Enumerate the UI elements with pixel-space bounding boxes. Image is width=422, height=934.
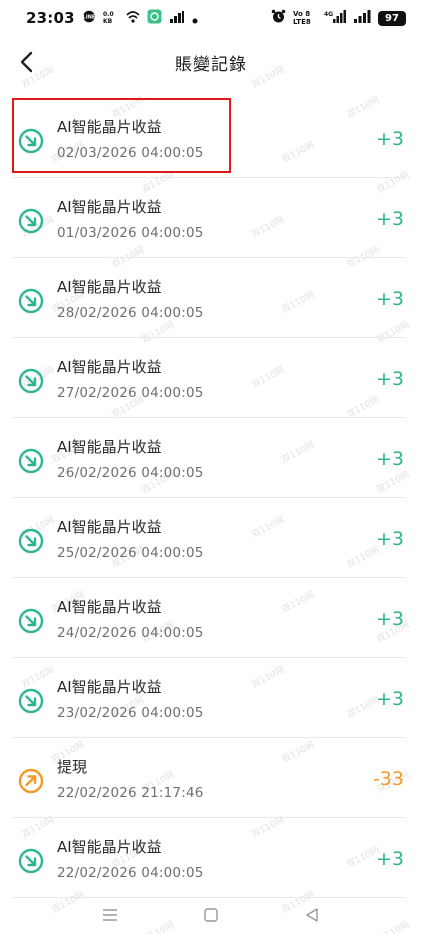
header: 賬變記錄 (0, 40, 422, 84)
app-notification-icon (147, 9, 162, 28)
record-row[interactable]: AI智能晶片收益 28/02/2026 04:00:05 +3 (12, 258, 406, 338)
square-icon (204, 908, 218, 922)
record-title: 提現 (57, 758, 88, 776)
record-time: 28/02/2026 04:00:05 (57, 305, 204, 321)
record-row[interactable]: AI智能晶片收益 27/02/2026 04:00:05 +3 (12, 338, 406, 418)
arrow-in-circle-icon (18, 448, 44, 474)
record-amount: +3 (375, 688, 404, 710)
chat-icon: LINE (82, 9, 96, 28)
record-title: AI智能晶片收益 (57, 358, 162, 376)
record-title: AI智能晶片收益 (57, 198, 162, 216)
record-title: AI智能晶片收益 (57, 118, 162, 136)
screen: 双110网 双110网 双110网 双110网 双110网 双110网 双110网 双110网… (0, 0, 422, 934)
signal-icon (353, 9, 371, 28)
record-time: 27/02/2026 04:00:05 (57, 385, 204, 401)
record-time: 26/02/2026 04:00:05 (57, 465, 204, 481)
recents-button[interactable] (95, 900, 125, 930)
record-title: AI智能晶片收益 (57, 438, 162, 456)
data-usage-icon: 0.0 KB (103, 9, 119, 28)
back-nav-button[interactable] (297, 900, 327, 930)
arrow-in-circle-icon (18, 368, 44, 394)
record-time: 24/02/2026 04:00:05 (57, 625, 204, 641)
arrow-in-circle-icon (18, 288, 44, 314)
record-row[interactable]: AI智能晶片收益 25/02/2026 04:00:05 +3 (12, 498, 406, 578)
record-time: 22/02/2026 04:00:05 (57, 865, 204, 881)
record-amount: +3 (375, 288, 404, 310)
svg-text:LINE: LINE (82, 14, 95, 20)
record-row[interactable]: AI智能晶片收益 24/02/2026 04:00:05 +3 (12, 578, 406, 658)
navigation-bar (0, 896, 422, 934)
record-row[interactable]: AI智能晶片收益 23/02/2026 04:00:05 +3 (12, 658, 406, 738)
chart-notification-icon (169, 9, 185, 28)
arrow-in-circle-icon (18, 208, 44, 234)
arrow-out-circle-icon (18, 768, 44, 794)
wifi-icon (126, 9, 140, 28)
status-time: 23:03 (26, 9, 75, 27)
record-title: AI智能晶片收益 (57, 598, 162, 616)
record-title: AI智能晶片收益 (57, 678, 162, 696)
home-button[interactable] (196, 900, 226, 930)
alarm-icon (271, 9, 286, 28)
record-list: AI智能晶片收益 02/03/2026 04:00:05 +3 AI智能晶片收益 01/… (0, 98, 422, 898)
signal-4g-icon: 4G (324, 9, 346, 28)
record-row[interactable]: 提現 22/02/2026 21:17:46 -33 (12, 738, 406, 818)
record-title: AI智能晶片收益 (57, 278, 162, 296)
arrow-in-circle-icon (18, 688, 44, 714)
battery-indicator: 97 (378, 10, 406, 26)
record-time: 23/02/2026 04:00:05 (57, 705, 204, 721)
record-time: 25/02/2026 04:00:05 (57, 545, 204, 561)
record-row[interactable]: AI智能晶片收益 26/02/2026 04:00:05 +3 (12, 418, 406, 498)
record-amount: +3 (375, 848, 404, 870)
record-amount: +3 (375, 368, 404, 390)
triangle-back-icon (305, 908, 318, 922)
record-amount: +3 (375, 208, 404, 230)
record-title: AI智能晶片收益 (57, 838, 162, 856)
arrow-in-circle-icon (18, 848, 44, 874)
volte-label: Vo 8 LTE8 (293, 10, 311, 26)
record-amount: -33 (372, 768, 404, 790)
record-title: AI智能晶片收益 (57, 518, 162, 536)
record-time: 01/03/2026 04:00:05 (57, 225, 204, 241)
record-row[interactable]: AI智能晶片收益 01/03/2026 04:00:05 +3 (12, 178, 406, 258)
arrow-in-circle-icon (18, 128, 44, 154)
record-amount: +3 (375, 448, 404, 470)
status-bar: 23:03 LINE 0.0 KB Vo 8 LTE8 4G 97 (0, 0, 422, 36)
page-title: 賬變記錄 (175, 55, 247, 75)
svg-text:KB: KB (103, 18, 113, 24)
record-amount: +3 (375, 128, 404, 150)
svg-text:0.0: 0.0 (103, 11, 114, 18)
arrow-in-circle-icon (18, 608, 44, 634)
dot-icon (192, 9, 198, 28)
record-row[interactable]: AI智能晶片收益 22/02/2026 04:00:05 +3 (12, 818, 406, 898)
record-amount: +3 (375, 608, 404, 630)
record-time: 22/02/2026 21:17:46 (57, 785, 204, 801)
record-row[interactable]: AI智能晶片收益 02/03/2026 04:00:05 +3 (12, 98, 406, 178)
menu-lines-icon (103, 909, 118, 921)
arrow-in-circle-icon (18, 528, 44, 554)
svg-text:4G: 4G (324, 11, 333, 18)
record-amount: +3 (375, 528, 404, 550)
record-time: 02/03/2026 04:00:05 (57, 145, 204, 161)
